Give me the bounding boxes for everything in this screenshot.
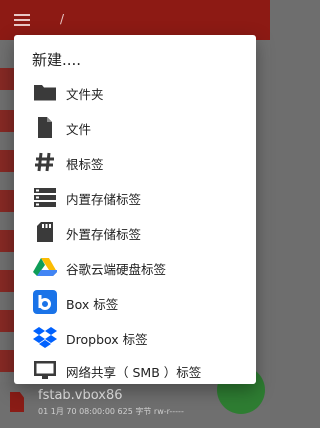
menu-item-label: Dropbox 标签: [66, 332, 148, 347]
box-icon: [33, 290, 57, 314]
dropbox-icon: [33, 327, 57, 348]
menu-item-google-drive[interactable]: 谷歌云端硬盘标签: [14, 250, 256, 284]
file-icon: [38, 117, 52, 138]
menu-item-folder[interactable]: 文件夹: [14, 75, 256, 109]
monitor-icon: [34, 361, 56, 379]
menu-item-label: 外置存储标签: [66, 227, 142, 242]
menu-item-label: 根标签: [66, 157, 104, 172]
menu-icon[interactable]: [14, 14, 30, 26]
menu-item-label: 网络共享（ SMB ）标签: [66, 365, 202, 380]
folder-icon: [34, 85, 56, 101]
menu-item-dropbox[interactable]: Dropbox 标签: [14, 320, 256, 354]
list-item-icon[interactable]: [0, 270, 14, 292]
menu-item-label: 文件夹: [66, 87, 104, 102]
file-meta: 01 1月 70 08:00:00 625 字节 rw-r-----: [38, 407, 184, 416]
list-item-icon[interactable]: [0, 68, 14, 90]
list-item-icon[interactable]: [0, 230, 14, 252]
breadcrumb-path[interactable]: /: [60, 12, 64, 26]
list-item-icon[interactable]: [0, 310, 14, 332]
list-item-icon[interactable]: [0, 190, 14, 212]
menu-item-label: 谷歌云端硬盘标签: [66, 262, 167, 277]
file-name: fstab.vbox86: [38, 388, 123, 403]
menu-item-file[interactable]: 文件: [14, 110, 256, 144]
menu-item-label: 文件: [66, 122, 92, 137]
sd-card-icon: [37, 222, 53, 242]
list-item-icon[interactable]: [0, 110, 14, 132]
storage-icon: [34, 188, 56, 207]
dialog-title: 新建....: [32, 51, 82, 69]
google-drive-icon: [33, 258, 57, 276]
new-item-dialog: 新建.... 文件夹 文件 根标签 内置存储标签 外置存储标签 谷歌云端硬盘标签…: [14, 35, 256, 384]
menu-item-box[interactable]: Box 标签: [14, 285, 256, 319]
hash-icon: [35, 152, 54, 172]
list-item-icon[interactable]: [0, 350, 14, 372]
file-icon: [10, 392, 24, 412]
list-item-icon[interactable]: [0, 150, 14, 172]
menu-item-external-storage[interactable]: 外置存储标签: [14, 215, 256, 249]
menu-item-smb[interactable]: 网络共享（ SMB ）标签: [14, 353, 256, 387]
menu-item-label: Box 标签: [66, 297, 119, 312]
menu-item-label: 内置存储标签: [66, 192, 142, 207]
menu-item-internal-storage[interactable]: 内置存储标签: [14, 180, 256, 214]
menu-item-root-tab[interactable]: 根标签: [14, 145, 256, 179]
app-bar: /: [0, 0, 270, 40]
